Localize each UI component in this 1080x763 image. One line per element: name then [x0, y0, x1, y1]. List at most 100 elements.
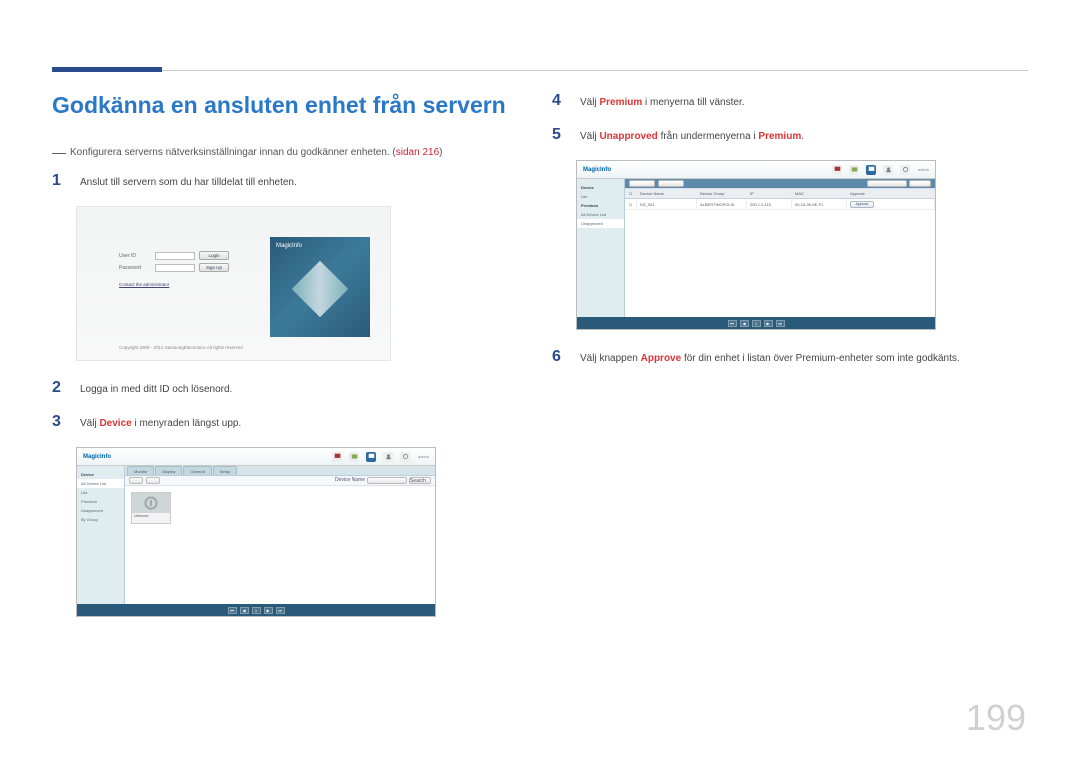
- login-userid-label: User ID: [119, 253, 151, 259]
- pager-last-icon: ⏭: [276, 607, 285, 614]
- nav-icon-content: [832, 165, 842, 175]
- search-button: Search: [409, 477, 431, 484]
- th-device-group: Device Group: [697, 189, 747, 198]
- pager-page: 1: [752, 320, 761, 327]
- row-group: ALBERTINOPOLIS: [697, 199, 747, 209]
- app-user: admin: [918, 167, 929, 172]
- toolbar-button: [146, 477, 160, 484]
- nav-icon-user: [883, 165, 893, 175]
- th-mac: MAC: [792, 189, 847, 198]
- nav-icon-user: [383, 452, 393, 462]
- unapproved-keyword: Unapproved: [599, 131, 657, 142]
- note-link[interactable]: sidan 216: [396, 147, 439, 158]
- nav-icon-schedule: [349, 452, 359, 462]
- pager-page: 1: [252, 607, 261, 614]
- device-sidebar: Device All Device List Lite Premium Unap…: [77, 466, 125, 606]
- nav-icon-device: [366, 452, 376, 462]
- sidebar-bygroup: By Group: [77, 515, 124, 524]
- step-1-text: Anslut till servern som du har tilldelat…: [80, 172, 297, 190]
- diamond-graphic: [292, 261, 349, 318]
- step-2-number: 2: [52, 379, 66, 397]
- sidebar-all-device-list: All Device List: [77, 479, 124, 488]
- step-6: 6 Välj knappen Approve för din enhet i l…: [552, 348, 1020, 366]
- pager-prev-icon: ◀: [240, 607, 249, 614]
- app-user: admin: [418, 454, 429, 459]
- device-tile: Unknown: [131, 492, 171, 524]
- search-label: Device Name: [335, 477, 365, 484]
- contact-admin-link: Contact the administrator: [119, 282, 249, 287]
- sidebar-device-header: Device: [77, 470, 124, 479]
- pager-next-icon: ▶: [764, 320, 773, 327]
- sidebar-device-header: Device: [577, 183, 624, 192]
- note-text: Konfigurera serverns nätverksinställning…: [70, 147, 396, 158]
- header-rule: [52, 70, 1028, 71]
- screenshot-login: User ID Login Password Sign Up Contact t…: [76, 206, 391, 361]
- tab-general: General: [183, 466, 211, 475]
- screenshot-unapproved-view: MagicInfo admin Device Lite Premium: [576, 160, 936, 330]
- signup-button: Sign Up: [199, 263, 229, 272]
- premium-sidebar: Device Lite Premium All Device List Unap…: [577, 179, 625, 319]
- premium-keyword: Premium: [599, 97, 642, 108]
- page-title: Godkänna en ansluten enhet från servern: [52, 92, 520, 119]
- sidebar-lite: Lite: [77, 488, 124, 497]
- login-copyright: Copyright 2009 - 2012 SamsungElectronics…: [119, 345, 243, 350]
- sidebar-premium: Premium: [77, 497, 124, 506]
- login-branding-panel: MagicInfo: [270, 237, 370, 337]
- login-password-label: Password: [119, 265, 151, 271]
- app-logo: MagicInfo: [83, 454, 111, 460]
- sidebar-all-device-list: All Device List: [577, 210, 624, 219]
- sidebar-premium: Premium: [577, 201, 624, 210]
- bottom-bar: ⏮ ◀ 1 ▶ ⏭: [577, 317, 935, 329]
- search-button: Search: [909, 180, 931, 187]
- pager-prev-icon: ◀: [740, 320, 749, 327]
- th-device-name: Device Name: [637, 189, 697, 198]
- th-checkbox: ☐: [625, 189, 637, 198]
- search-input: [867, 180, 907, 187]
- step-1-number: 1: [52, 172, 66, 190]
- nav-icon-device: [866, 165, 876, 175]
- row-ip: 200.1.0.115: [747, 199, 792, 209]
- nav-icon-schedule: [849, 165, 859, 175]
- login-userid-input: [155, 252, 195, 260]
- row-mac: 00-15-99-5E-F1: [792, 199, 847, 209]
- step-5: 5 Välj Unapproved från undermenyerna i P…: [552, 126, 1020, 144]
- step-3: 3 Välj Device i menyraden längst upp.: [52, 413, 520, 431]
- step-5-text: Välj Unapproved från undermenyerna i Pre…: [580, 126, 804, 144]
- nav-icon-content: [332, 452, 342, 462]
- login-password-input: [155, 264, 195, 272]
- search-input: [367, 477, 407, 484]
- step-3-number: 3: [52, 413, 66, 431]
- tab-monitor: Monitor: [127, 466, 154, 475]
- toolbar-delete-button: [658, 180, 684, 187]
- pager-next-icon: ▶: [264, 607, 273, 614]
- step-6-text: Välj knappen Approve för din enhet i lis…: [580, 348, 960, 366]
- toolbar-button: [129, 477, 143, 484]
- step-2-text: Logga in med ditt ID och lösenord.: [80, 379, 232, 397]
- approve-keyword: Approve: [641, 353, 682, 364]
- note-dash: ―: [52, 147, 66, 157]
- step-3-text: Välj Device i menyraden längst upp.: [80, 413, 241, 431]
- tab-setup: Setup: [213, 466, 237, 475]
- nav-icon-settings: [400, 452, 410, 462]
- approve-row-button: Approve: [850, 201, 874, 208]
- pager-first-icon: ⏮: [228, 607, 237, 614]
- bottom-bar: ⏮ ◀ 1 ▶ ⏭: [77, 604, 435, 616]
- sidebar-unapproved: Unapproved: [77, 506, 124, 515]
- step-2: 2 Logga in med ditt ID och lösenord.: [52, 379, 520, 397]
- sidebar-lite: Lite: [577, 192, 624, 201]
- step-1: 1 Anslut till servern som du har tilldel…: [52, 172, 520, 190]
- tab-display: Display: [155, 466, 182, 475]
- unapproved-table-header: ☐ Device Name Device Group IP MAC Approv…: [625, 189, 935, 199]
- pager-first-icon: ⏮: [728, 320, 737, 327]
- step-4-text: Välj Premium i menyerna till vänster.: [580, 92, 745, 110]
- nav-icon-settings: [900, 165, 910, 175]
- row-approve: Approve: [847, 199, 935, 209]
- row-checkbox: ☐: [625, 199, 637, 209]
- login-button: Login: [199, 251, 229, 260]
- device-keyword: Device: [99, 418, 131, 429]
- th-ip: IP: [747, 189, 792, 198]
- note-suffix: ): [439, 147, 442, 158]
- page-number: 199: [966, 697, 1026, 739]
- magicinfo-logo: MagicInfo: [276, 243, 302, 249]
- unapproved-table-row: ☐ DS_001 ALBERTINOPOLIS 200.1.0.115 00-1…: [625, 199, 935, 210]
